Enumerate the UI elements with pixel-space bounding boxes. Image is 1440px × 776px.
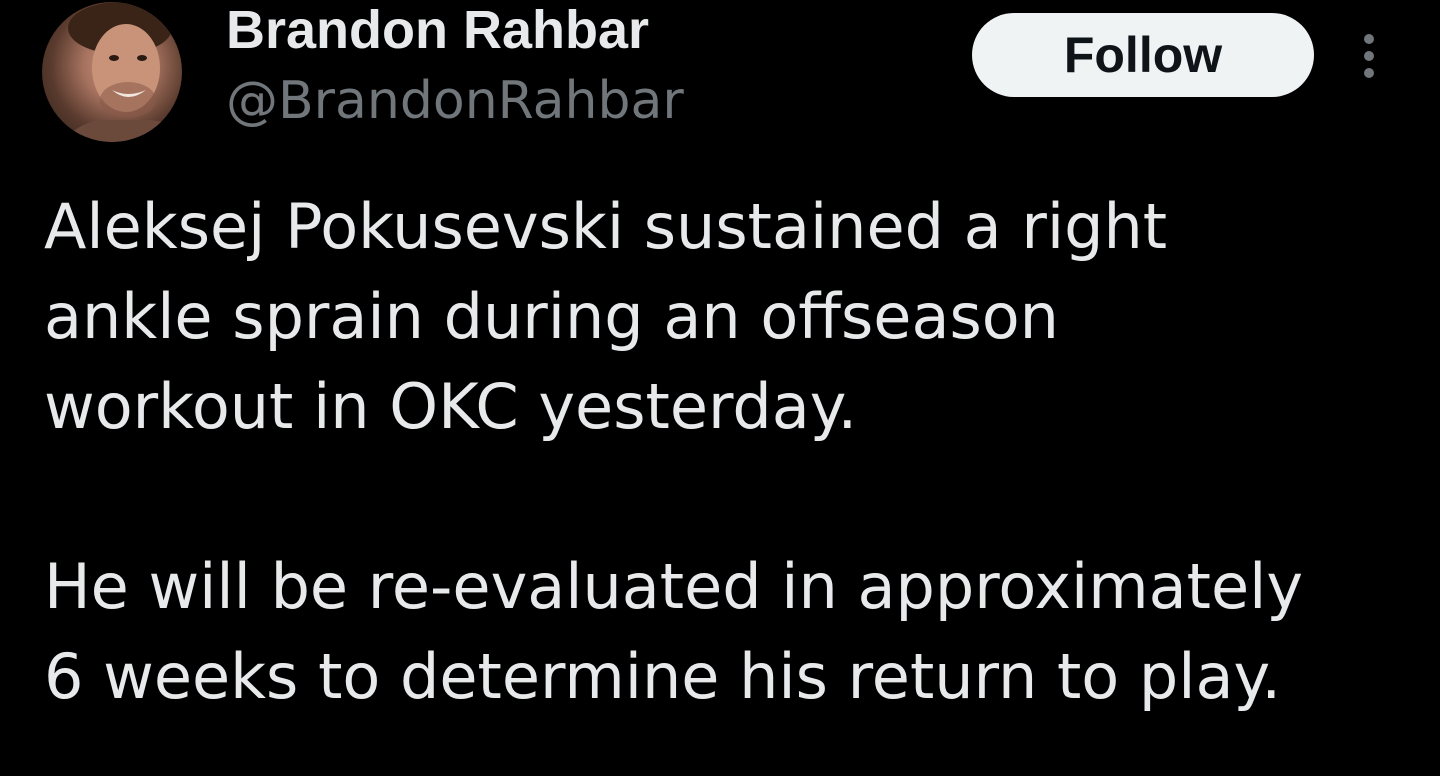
avatar[interactable] bbox=[42, 2, 182, 142]
more-vertical-icon bbox=[1364, 34, 1374, 78]
follow-button-label: Follow bbox=[1063, 27, 1223, 83]
tweet-text: Aleksej Pokusevski sustained a right ank… bbox=[44, 182, 1424, 722]
tweet-card: Brandon Rahbar @BrandonRahbar Follow Ale… bbox=[0, 0, 1440, 776]
author-handle[interactable]: @BrandonRahbar bbox=[226, 70, 684, 132]
more-options-button[interactable] bbox=[1346, 26, 1392, 86]
follow-button[interactable]: Follow bbox=[972, 13, 1314, 97]
tweet-paragraph: He will be re-evaluated in approximately… bbox=[44, 550, 1304, 713]
author-display-name[interactable]: Brandon Rahbar bbox=[226, 0, 649, 60]
tweet-paragraph: Aleksej Pokusevski sustained a right ank… bbox=[44, 190, 1168, 443]
avatar-photo-icon bbox=[62, 2, 182, 142]
